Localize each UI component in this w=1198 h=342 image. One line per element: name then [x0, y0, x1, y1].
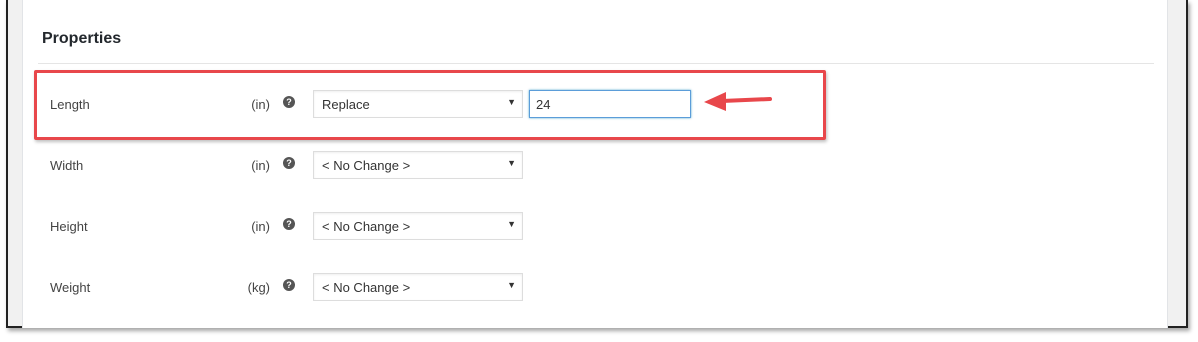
property-row-width: Width (in) ? < No Change > ▼: [0, 151, 1198, 181]
help-icon[interactable]: ?: [283, 157, 295, 169]
height-action-select[interactable]: < No Change > ▼: [313, 212, 523, 240]
property-row-weight: Weight (kg) ? < No Change > ▼: [0, 273, 1198, 303]
row-unit: (kg): [247, 280, 270, 295]
row-label: Height: [50, 219, 88, 234]
arrow-left-icon: [704, 92, 772, 111]
row-unit: (in): [251, 219, 270, 234]
caret-down-icon: ▼: [507, 280, 516, 290]
select-value: < No Change >: [322, 280, 411, 295]
caret-down-icon: ▼: [507, 158, 516, 168]
weight-action-select[interactable]: < No Change > ▼: [313, 273, 523, 301]
row-label: Width: [50, 158, 84, 173]
section-title: Properties: [42, 30, 122, 47]
caret-down-icon: ▼: [507, 219, 516, 229]
section-divider: [38, 63, 1154, 64]
select-value: < No Change >: [322, 158, 411, 173]
row-unit: (in): [251, 158, 270, 173]
help-icon[interactable]: ?: [283, 279, 295, 291]
row-label: Weight: [50, 280, 91, 295]
width-action-select[interactable]: < No Change > ▼: [313, 151, 523, 179]
select-value: < No Change >: [322, 219, 411, 234]
property-row-height: Height (in) ? < No Change > ▼: [0, 212, 1198, 242]
help-icon[interactable]: ?: [283, 218, 295, 230]
